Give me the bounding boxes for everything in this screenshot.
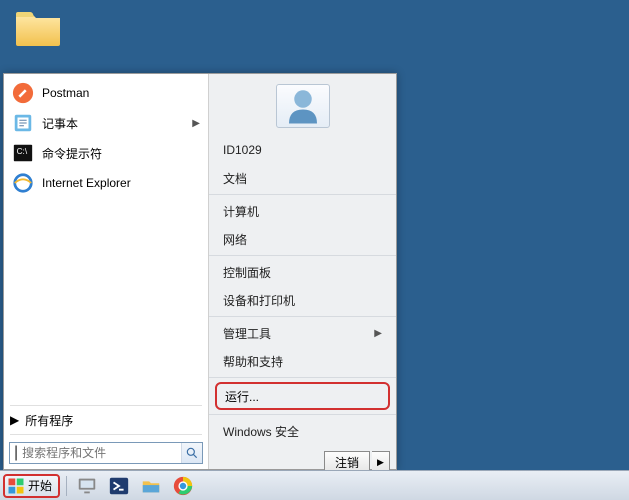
search-box: | [9,442,203,464]
chevron-right-icon: ▶ [377,457,384,468]
cmd-icon: C:\ [12,142,34,164]
username-item[interactable]: ID1029 [209,136,396,164]
network-item[interactable]: 网络 [209,225,396,253]
devices-printers-item[interactable]: 设备和打印机 [209,286,396,314]
control-panel-item[interactable]: 控制面板 [209,258,396,286]
search-input[interactable] [18,446,181,460]
divider [209,316,396,317]
documents-item[interactable]: 文档 [209,164,396,192]
taskbar-chrome[interactable] [169,474,197,498]
divider [66,476,67,496]
search-icon [185,446,199,460]
chevron-right-icon: ▶ [192,118,200,129]
program-label: 记事本 [42,115,78,132]
taskbar-server-manager[interactable] [73,474,101,498]
explorer-icon [140,475,162,497]
right-list: ID1029 文档 计算机 网络 控制面板 设备和打印机 管理工具▶ 帮助和支持… [209,136,396,445]
taskbar-powershell[interactable] [105,474,133,498]
powershell-icon [108,475,130,497]
chevron-right-icon: ▶ [374,328,382,339]
program-notepad[interactable]: 记事本 ▶ [6,108,206,138]
help-support-item[interactable]: 帮助和支持 [209,347,396,375]
start-menu-left: Postman 记事本 ▶ C:\ 命令提示符 Internet Expl [4,74,209,469]
program-label: Internet Explorer [42,176,131,190]
divider [10,434,202,435]
start-menu: Postman 记事本 ▶ C:\ 命令提示符 Internet Expl [3,73,397,470]
windows-security-item[interactable]: Windows 安全 [209,417,396,445]
postman-icon [12,82,34,104]
all-programs-label: 所有程序 [25,412,73,429]
program-label: Postman [42,86,89,100]
ie-icon [12,172,34,194]
program-ie[interactable]: Internet Explorer [6,168,206,198]
start-button[interactable]: 开始 [3,474,60,498]
chevron-right-icon: ▶ [10,413,19,427]
search-wrap: | [4,437,208,469]
server-manager-icon [76,475,98,497]
divider [209,194,396,195]
run-item[interactable]: 运行... [215,382,390,410]
notepad-icon [12,112,34,134]
divider [10,405,202,406]
program-postman[interactable]: Postman [6,78,206,108]
taskbar: 开始 [0,470,629,500]
program-cmd[interactable]: C:\ 命令提示符 [6,138,206,168]
program-list: Postman 记事本 ▶ C:\ 命令提示符 Internet Expl [4,74,208,403]
start-label: 开始 [28,477,52,494]
start-menu-right: ID1029 文档 计算机 网络 控制面板 设备和打印机 管理工具▶ 帮助和支持… [209,74,396,469]
divider [209,255,396,256]
folder-icon [14,6,62,48]
search-button[interactable] [181,443,202,463]
program-label: 命令提示符 [42,145,102,162]
desktop-folder[interactable] [14,6,62,48]
chrome-icon [172,475,194,497]
divider [209,414,396,415]
user-avatar-icon [282,85,324,127]
cursor-bar: | [10,444,18,462]
computer-item[interactable]: 计算机 [209,197,396,225]
admin-tools-item[interactable]: 管理工具▶ [209,319,396,347]
divider [209,377,396,378]
svg-text:C:\: C:\ [17,147,28,156]
taskbar-explorer[interactable] [137,474,165,498]
windows-logo-icon [7,477,25,495]
user-picture[interactable] [276,84,330,128]
all-programs[interactable]: ▶ 所有程序 [4,408,208,432]
